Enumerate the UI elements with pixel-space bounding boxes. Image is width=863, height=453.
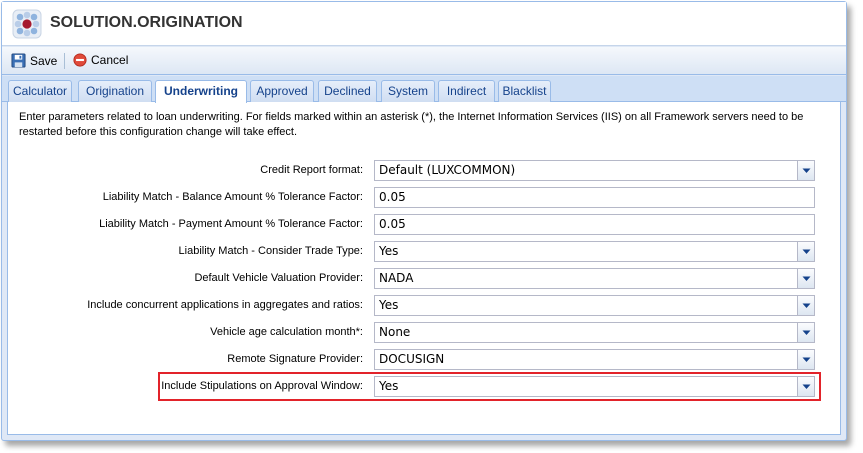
app-logo-icon xyxy=(12,9,42,39)
include-stipulations-label: Include Stipulations on Approval Window: xyxy=(161,380,363,392)
balance-tolerance-input[interactable]: 0.05 xyxy=(374,187,815,208)
toolbar: Save Cancel xyxy=(2,47,846,75)
concurrent-applications-select[interactable]: Yes xyxy=(374,295,815,316)
concurrent-applications-value: Yes xyxy=(379,298,399,312)
tab-strip: Calculator Origination Underwriting Appr… xyxy=(2,76,846,103)
cancel-icon xyxy=(73,53,87,67)
cancel-button[interactable]: Cancel xyxy=(73,53,128,67)
payment-tolerance-label: Liability Match - Payment Amount % Toler… xyxy=(99,218,363,230)
consider-trade-type-select[interactable]: Yes xyxy=(374,241,815,262)
include-stipulations-value: Yes xyxy=(379,379,399,393)
chevron-down-icon[interactable] xyxy=(797,323,814,342)
remote-signature-provider-value: DOCUSIGN xyxy=(379,352,445,366)
tab-underwriting[interactable]: Underwriting xyxy=(155,80,247,103)
chevron-down-icon[interactable] xyxy=(797,161,814,180)
form-row-remote-signature-provider: Remote Signature Provider: DOCUSIGN xyxy=(0,349,863,371)
remote-signature-provider-label: Remote Signature Provider: xyxy=(227,353,363,365)
consider-trade-type-value: Yes xyxy=(379,244,399,258)
credit-report-format-label: Credit Report format: xyxy=(260,164,363,176)
vehicle-age-month-label: Vehicle age calculation month*: xyxy=(210,326,363,338)
intro-line-2: restarted before this configuration chan… xyxy=(19,126,298,138)
remote-signature-provider-select[interactable]: DOCUSIGN xyxy=(374,349,815,370)
vehicle-valuation-provider-value: NADA xyxy=(379,271,414,285)
chevron-down-icon[interactable] xyxy=(797,269,814,288)
floppy-disk-icon xyxy=(11,53,26,68)
app-title: SOLUTION.ORIGINATION xyxy=(50,14,243,31)
intro-text: Enter parameters related to loan underwr… xyxy=(19,110,819,140)
tab-system[interactable]: System xyxy=(381,80,435,102)
cancel-button-label: Cancel xyxy=(91,53,129,67)
form-row-vehicle-age-month: Vehicle age calculation month*: None xyxy=(0,322,863,344)
chevron-down-icon[interactable] xyxy=(797,242,814,261)
form-row-payment-tolerance: Liability Match - Payment Amount % Toler… xyxy=(0,214,863,236)
vehicle-valuation-provider-label: Default Vehicle Valuation Provider: xyxy=(194,272,363,284)
tab-blacklist[interactable]: Blacklist xyxy=(498,80,551,102)
chevron-down-icon[interactable] xyxy=(797,350,814,369)
toolbar-separator xyxy=(64,53,65,69)
intro-line-1: Enter parameters related to loan underwr… xyxy=(19,111,804,123)
tab-declined[interactable]: Declined xyxy=(318,80,377,102)
balance-tolerance-value: 0.05 xyxy=(379,190,406,204)
tab-calculator[interactable]: Calculator xyxy=(8,80,72,102)
form-row-balance-tolerance: Liability Match - Balance Amount % Toler… xyxy=(0,187,863,209)
form-row-vehicle-valuation-provider: Default Vehicle Valuation Provider: NADA xyxy=(0,268,863,290)
balance-tolerance-label: Liability Match - Balance Amount % Toler… xyxy=(102,191,363,203)
credit-report-format-value: Default (LUXCOMMON) xyxy=(379,163,516,177)
chevron-down-icon[interactable] xyxy=(797,296,814,315)
vehicle-age-month-select[interactable]: None xyxy=(374,322,815,343)
form-row-include-stipulations: Include Stipulations on Approval Window:… xyxy=(0,376,863,398)
title-bar: SOLUTION.ORIGINATION xyxy=(2,2,846,46)
concurrent-applications-label: Include concurrent applications in aggre… xyxy=(87,299,363,311)
form-row-concurrent-applications: Include concurrent applications in aggre… xyxy=(0,295,863,317)
tab-indirect[interactable]: Indirect xyxy=(438,80,495,102)
save-button[interactable]: Save xyxy=(11,53,57,68)
form-row-credit-report-format: Credit Report format: Default (LUXCOMMON… xyxy=(0,160,863,182)
save-button-label: Save xyxy=(30,53,58,68)
vehicle-age-month-value: None xyxy=(379,325,411,339)
consider-trade-type-label: Liability Match - Consider Trade Type: xyxy=(178,245,363,257)
include-stipulations-select[interactable]: Yes xyxy=(374,376,815,397)
vehicle-valuation-provider-select[interactable]: NADA xyxy=(374,268,815,289)
payment-tolerance-input[interactable]: 0.05 xyxy=(374,214,815,235)
tab-approved[interactable]: Approved xyxy=(250,80,314,102)
tab-origination[interactable]: Origination xyxy=(78,80,152,102)
payment-tolerance-value: 0.05 xyxy=(379,217,406,231)
chevron-down-icon[interactable] xyxy=(797,377,814,396)
form-row-consider-trade-type: Liability Match - Consider Trade Type: Y… xyxy=(0,241,863,263)
credit-report-format-select[interactable]: Default (LUXCOMMON) xyxy=(374,160,815,181)
